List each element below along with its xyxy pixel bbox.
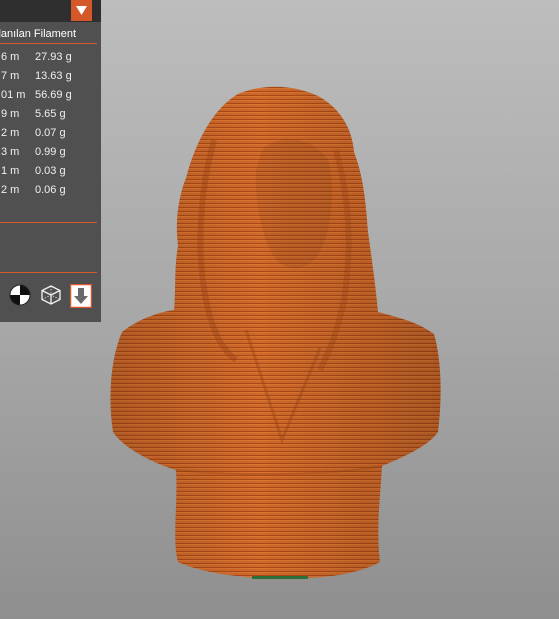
filament-length: 7 m xyxy=(1,70,20,82)
center-of-mass-icon xyxy=(9,284,31,306)
filament-weight: 0.07 g xyxy=(35,127,66,139)
table-row: 7 m 13.63 g xyxy=(0,67,101,86)
filament-weight: 56.69 g xyxy=(35,89,72,101)
filament-weight: 27.93 g xyxy=(35,51,72,63)
extruder-download-icon xyxy=(69,283,93,309)
center-of-mass-button[interactable] xyxy=(9,284,31,306)
table-row: 1 m 0.03 g xyxy=(0,162,101,181)
print-info-panel: llanılan Filament 6 m 27.93 g 7 m 13.63 … xyxy=(0,0,101,322)
header-divider xyxy=(0,43,97,44)
dropdown-button[interactable] xyxy=(71,0,92,21)
filament-length: 01 m xyxy=(1,89,26,101)
filament-table: 6 m 27.93 g 7 m 13.63 g 01 m 56.69 g 9 m… xyxy=(0,48,101,200)
filament-weight: 0.06 g xyxy=(35,184,66,196)
export-gcode-button[interactable] xyxy=(69,283,93,309)
triangle-down-icon xyxy=(76,6,87,15)
filament-weight: 13.63 g xyxy=(35,70,72,82)
section-divider xyxy=(0,272,97,273)
wireframe-view-button[interactable] xyxy=(40,284,62,306)
filament-weight: 0.03 g xyxy=(35,165,66,177)
filament-length: 2 m xyxy=(1,184,20,196)
build-plate-contact xyxy=(252,576,308,579)
filament-length: 9 m xyxy=(1,108,20,120)
filament-length: 2 m xyxy=(1,127,20,139)
used-filament-header: llanılan Filament xyxy=(0,26,101,44)
table-row: 9 m 5.65 g xyxy=(0,105,101,124)
table-row: 2 m 0.07 g xyxy=(0,124,101,143)
view-tools xyxy=(0,283,101,310)
filament-length: 6 m xyxy=(1,51,20,63)
filament-weight: 5.65 g xyxy=(35,108,66,120)
section-divider xyxy=(0,222,97,223)
panel-dropdown[interactable] xyxy=(0,0,101,22)
table-row: 6 m 27.93 g xyxy=(0,48,101,67)
filament-length: 1 m xyxy=(1,165,20,177)
used-filament-label: llanılan Filament xyxy=(0,28,77,40)
wireframe-cube-icon xyxy=(41,285,61,305)
table-row: 01 m 56.69 g xyxy=(0,86,101,105)
table-row: 2 m 0.06 g xyxy=(0,181,101,200)
filament-length: 3 m xyxy=(1,146,20,158)
filament-weight: 0.99 g xyxy=(35,146,66,158)
table-row: 3 m 0.99 g xyxy=(0,143,101,162)
